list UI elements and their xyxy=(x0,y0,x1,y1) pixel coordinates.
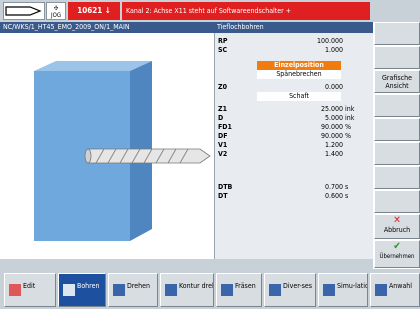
param-unit: % xyxy=(345,132,351,140)
param-label-sc: SC xyxy=(218,46,228,54)
param-label-v2: V2 xyxy=(218,150,228,158)
softkey-kontur-drehen[interactable]: Kontur drehen xyxy=(160,273,214,307)
softkey-label: Übernehmen xyxy=(379,253,415,260)
softkey-label: Grafische Ansicht xyxy=(382,74,412,90)
selected-field[interactable]: Einzelposition xyxy=(257,61,341,70)
param-label-z1: Z1 xyxy=(218,105,227,113)
softkey-empty-8[interactable] xyxy=(374,190,420,213)
param-value[interactable]: 1.400 xyxy=(325,150,343,158)
softkey-label: Edit xyxy=(23,282,36,290)
softkey-icon xyxy=(269,284,281,296)
param-unit: s xyxy=(345,183,349,191)
softkey-label: Fräsen xyxy=(235,282,256,290)
toggle-field[interactable]: Spänebrechen xyxy=(257,70,341,79)
softkey-icon xyxy=(323,284,335,296)
cancel-x-icon: ✕ xyxy=(393,215,401,226)
softkey-icon xyxy=(165,284,177,296)
alarm-message[interactable]: Kanal 2: Achse X11 steht auf Softwareend… xyxy=(122,2,370,20)
softkey-label: Bohren xyxy=(77,282,100,290)
softkey-empty-4[interactable] xyxy=(374,94,420,117)
param-value[interactable]: 0.600 xyxy=(325,192,343,200)
param-label-v1: V1 xyxy=(218,141,228,149)
softkey-anwahl[interactable]: Anwahl xyxy=(370,273,420,307)
softkey-übernehmen[interactable]: ✔ Übernehmen xyxy=(374,240,420,268)
softkey-empty-7[interactable] xyxy=(374,166,420,189)
accept-check-icon: ✔ xyxy=(393,241,401,252)
toggle-field[interactable]: Schaft xyxy=(257,92,341,101)
softkey-fräsen[interactable]: Fräsen xyxy=(216,273,262,307)
softkey-icon xyxy=(221,284,233,296)
softkey-diver-ses[interactable]: Diver-ses xyxy=(264,273,316,307)
softkey-edit[interactable]: Edit xyxy=(4,273,56,307)
softkey-label: Simu-lation xyxy=(337,282,367,290)
softkey-icon xyxy=(9,284,21,296)
softkey-label: Kontur drehen xyxy=(179,282,213,290)
param-value[interactable]: 1.000 xyxy=(325,46,343,54)
softkey-label: Diver-ses xyxy=(283,282,313,290)
softkey-simu-lation[interactable]: Simu-lation xyxy=(318,273,368,307)
deep-drilling-illustration xyxy=(34,61,211,241)
param-unit: % xyxy=(345,123,351,131)
softkey-label: Abbruch xyxy=(383,226,411,234)
param-value[interactable]: 90.000 xyxy=(321,132,343,140)
param-value[interactable]: 0.700 xyxy=(325,183,343,191)
param-value[interactable]: 90.000 xyxy=(321,123,343,131)
param-label-fd1: FD1 xyxy=(218,123,232,131)
parameter-form: RP 100.000 SC 1.000 Einzelposition Spänebrech… xyxy=(214,33,373,259)
dialog-line xyxy=(0,259,373,269)
alarm-arrow-icon: ↓ xyxy=(104,6,111,15)
form-title: Tieflochbohren xyxy=(214,22,373,33)
param-value[interactable]: 100.000 xyxy=(317,37,343,45)
softkey-label: Drehen xyxy=(127,282,151,290)
softkey-drehen[interactable]: Drehen xyxy=(108,273,158,307)
param-label-df: DF xyxy=(218,132,228,140)
nc-channel-icon xyxy=(3,2,45,20)
param-value[interactable]: 25.000 xyxy=(321,105,343,113)
softkey-label: Anwahl xyxy=(389,282,413,290)
param-unit: ink xyxy=(345,105,355,113)
param-label-dt: DT xyxy=(218,192,228,200)
softkey-empty-6[interactable] xyxy=(374,142,420,165)
softkey-grafische-ansicht[interactable]: Grafische Ansicht xyxy=(374,70,420,93)
alarm-number[interactable]: 10621 ↓ xyxy=(68,2,120,20)
param-label-rp: RP xyxy=(218,37,228,45)
jog-mode-icon: ✣ JOG xyxy=(46,2,66,20)
help-graphic xyxy=(0,33,214,259)
softkey-icon xyxy=(63,284,75,296)
softkey-abbruch[interactable]: ✕ Abbruch xyxy=(374,214,420,239)
mode-label: JOG xyxy=(50,12,62,19)
param-value[interactable]: 0.000 xyxy=(325,83,343,91)
softkey-icon xyxy=(375,284,387,296)
param-value[interactable]: 1.200 xyxy=(325,141,343,149)
softkey-empty-1[interactable] xyxy=(374,22,420,45)
param-label-dtb: DTB xyxy=(218,183,233,191)
param-value[interactable]: 5.000 xyxy=(325,114,343,122)
softkey-empty-2[interactable] xyxy=(374,46,420,69)
softkey-empty-5[interactable] xyxy=(374,118,420,141)
param-label-d: D xyxy=(218,114,224,122)
param-unit: ink xyxy=(345,114,355,122)
alarm-number-text: 10621 xyxy=(77,6,103,15)
param-unit: s xyxy=(345,192,349,200)
softkey-icon xyxy=(113,284,125,296)
softkey-bohren[interactable]: Bohren xyxy=(58,273,106,307)
param-label-z0: Z0 xyxy=(218,83,227,91)
